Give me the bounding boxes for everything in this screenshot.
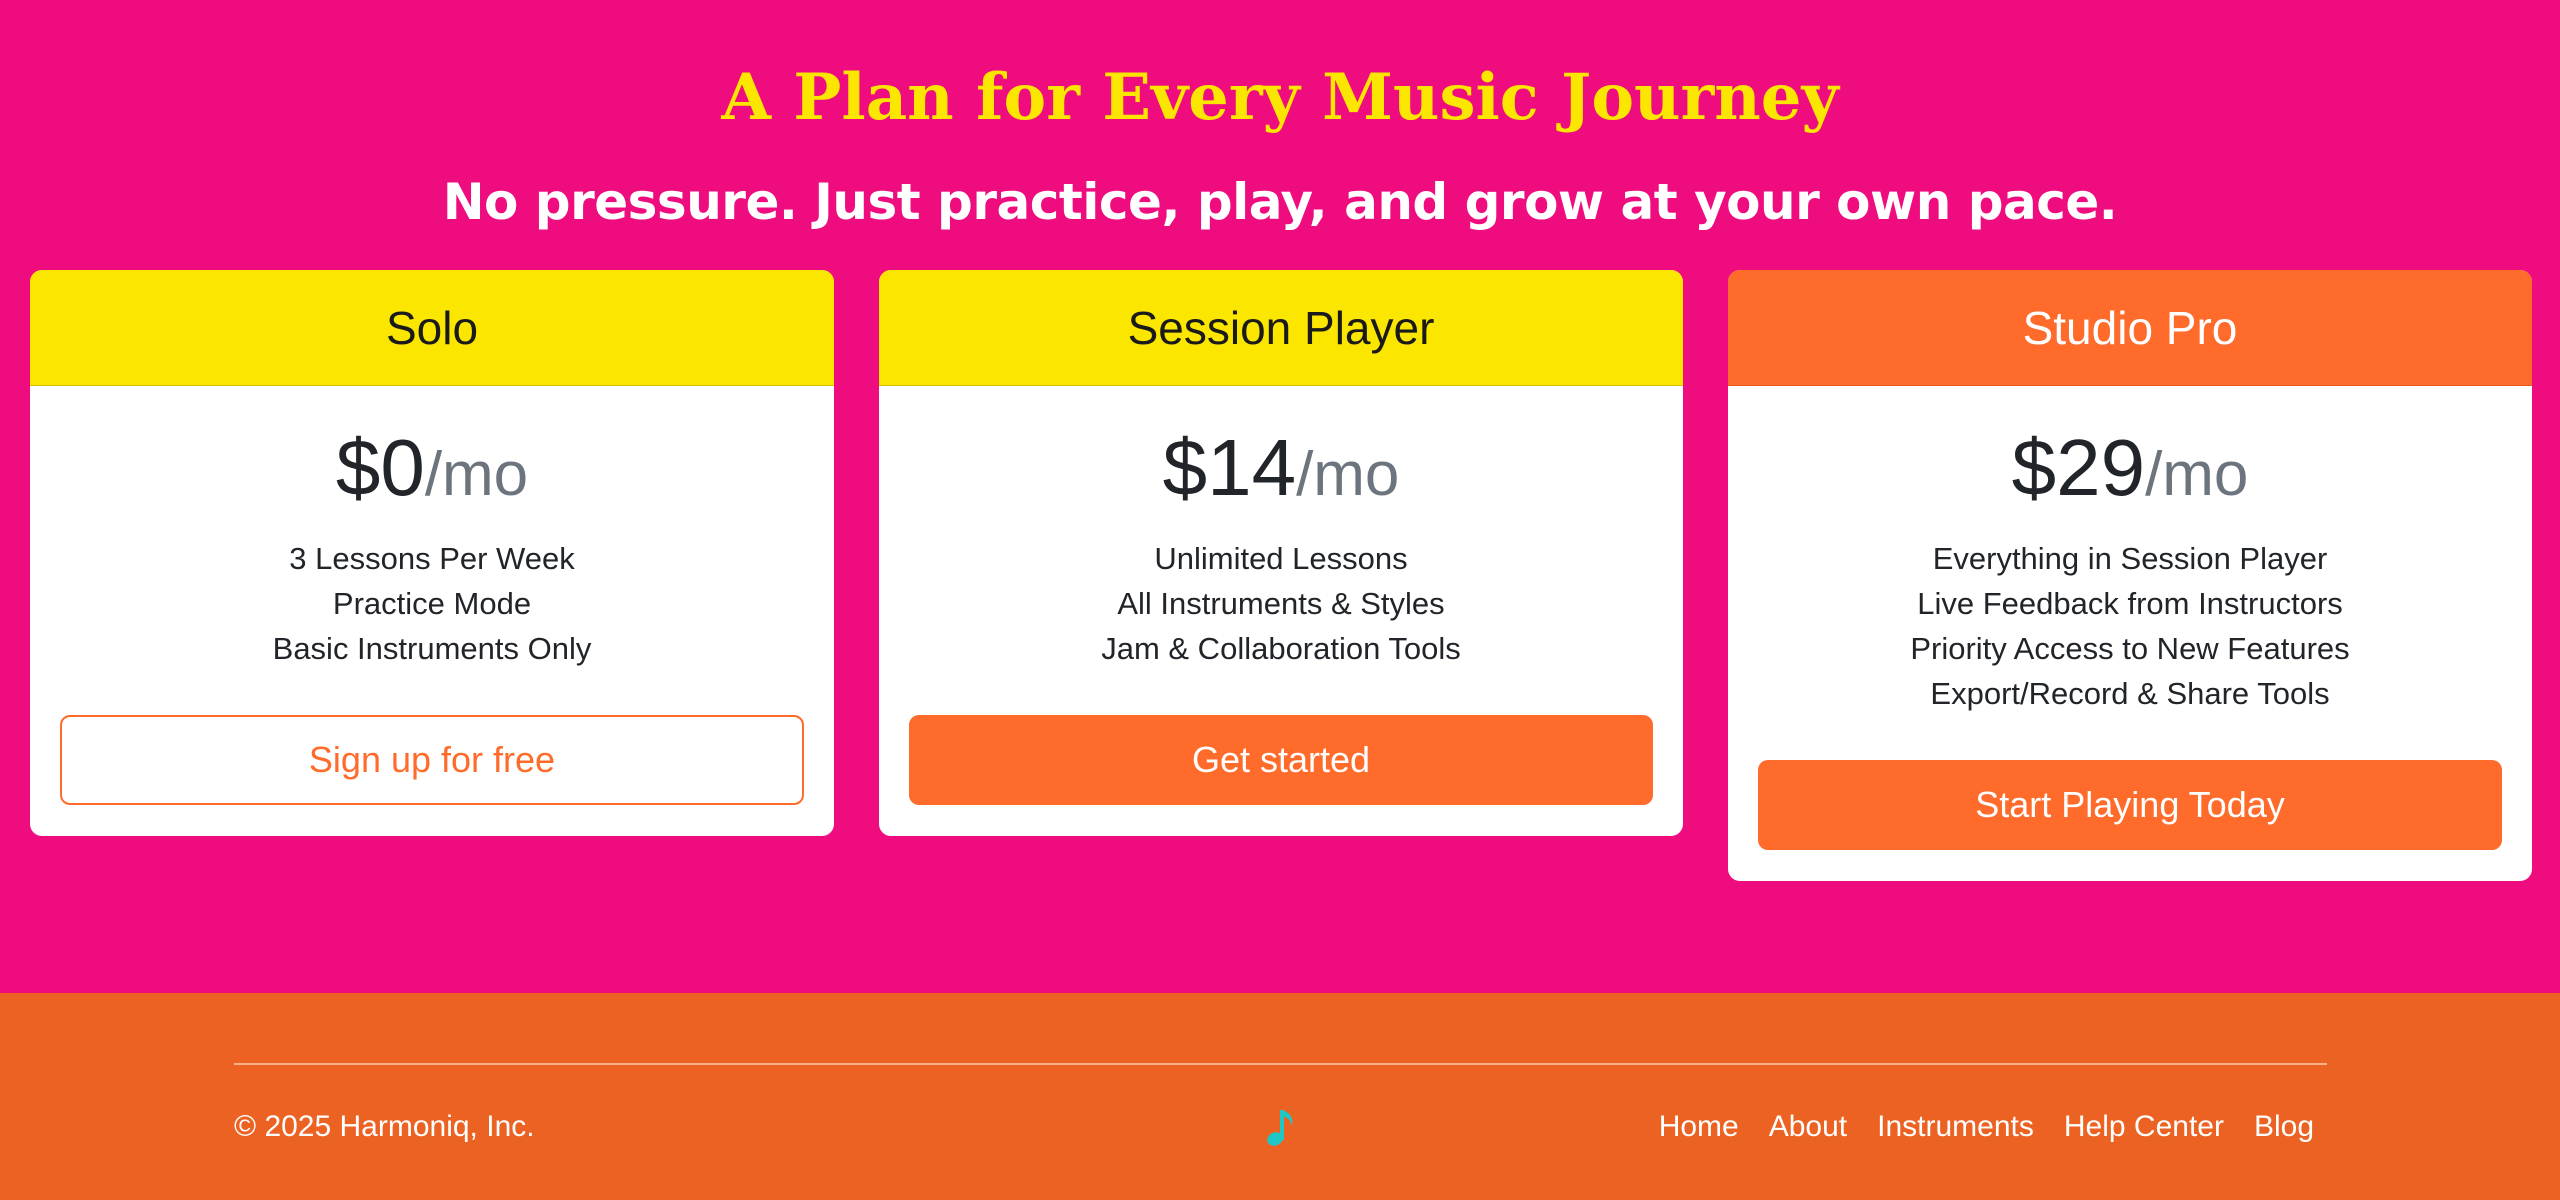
feature-list: Unlimited Lessons All Instruments & Styl… (879, 536, 1683, 671)
feature-list: 3 Lessons Per Week Practice Mode Basic I… (30, 536, 834, 671)
footer-nav: Home About Instruments Help Center Blog (1659, 1107, 2314, 1147)
price-amount: $29 (2011, 423, 2146, 512)
music-note-icon[interactable] (1264, 1104, 1300, 1148)
feature-item: All Instruments & Styles (1117, 586, 1445, 621)
price-period: /mo (1296, 440, 1400, 509)
pricing-card-session-player: Session Player $14/mo Unlimited Lessons … (879, 270, 1683, 836)
footer-divider (234, 1063, 2327, 1065)
plan-price: $14/mo (879, 418, 1683, 518)
feature-item: Live Feedback from Instructors (1917, 586, 2343, 621)
copyright-text: © 2025 Harmoniq, Inc. (234, 1110, 535, 1143)
footer-link-home[interactable]: Home (1659, 1107, 1739, 1147)
sign-up-free-button[interactable]: Sign up for free (60, 715, 804, 805)
start-playing-button[interactable]: Start Playing Today (1758, 760, 2502, 850)
price-period: /mo (2145, 440, 2249, 509)
price-period: /mo (424, 440, 529, 509)
feature-item: Jam & Collaboration Tools (1101, 631, 1461, 666)
footer-link-about[interactable]: About (1769, 1107, 1847, 1147)
plan-name: Solo (30, 270, 834, 386)
pricing-section: A Plan for Every Music Journey No pressu… (0, 0, 2560, 993)
feature-item: Export/Record & Share Tools (1930, 676, 2330, 711)
plan-price: $0/mo (30, 418, 834, 518)
footer-link-blog[interactable]: Blog (2254, 1107, 2314, 1147)
feature-item: Unlimited Lessons (1154, 541, 1408, 576)
feature-item: Practice Mode (332, 586, 532, 621)
feature-item: Everything in Session Player (1932, 541, 2328, 576)
footer-link-instruments[interactable]: Instruments (1877, 1107, 2034, 1147)
feature-item: Basic Instruments Only (272, 631, 592, 666)
price-amount: $14 (1162, 423, 1297, 512)
plan-price: $29/mo (1728, 418, 2532, 518)
footer-link-help-center[interactable]: Help Center (2064, 1107, 2224, 1147)
plan-name: Studio Pro (1728, 270, 2532, 386)
feature-item: 3 Lessons Per Week (289, 541, 575, 576)
price-amount: $0 (335, 423, 425, 512)
feature-list: Everything in Session Player Live Feedba… (1728, 536, 2532, 716)
feature-item: Priority Access to New Features (1910, 631, 2350, 666)
page-title: A Plan for Every Music Journey (721, 60, 1839, 135)
site-footer: © 2025 Harmoniq, Inc. Home About Instrum… (0, 993, 2560, 1200)
pricing-card-solo: Solo $0/mo 3 Lessons Per Week Practice M… (30, 270, 834, 836)
page-subtitle: No pressure. Just practice, play, and gr… (442, 173, 2118, 231)
pricing-card-studio-pro: Studio Pro $29/mo Everything in Session … (1728, 270, 2532, 881)
plan-name: Session Player (879, 270, 1683, 386)
get-started-button[interactable]: Get started (909, 715, 1653, 805)
